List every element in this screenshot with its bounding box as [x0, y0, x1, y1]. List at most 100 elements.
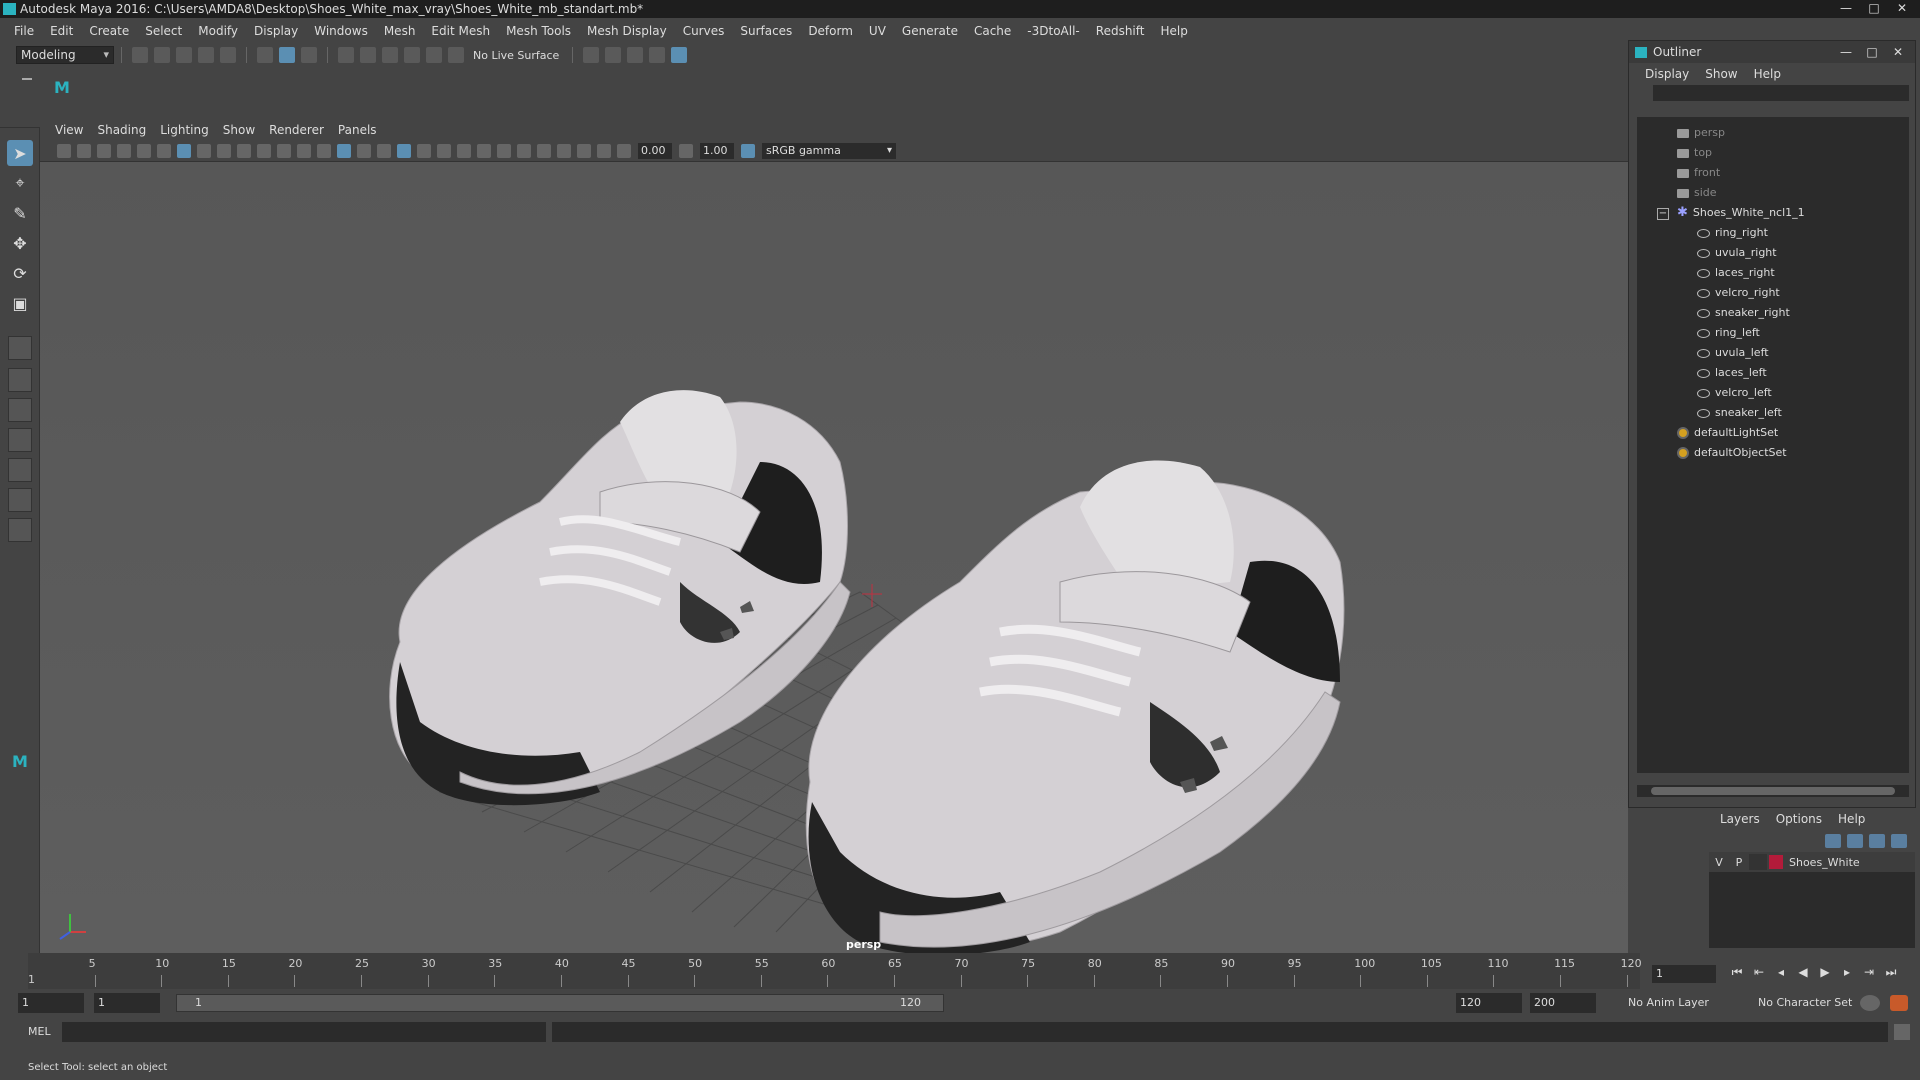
maximize-button[interactable]: □ [1860, 0, 1888, 16]
outliner-item-side[interactable]: side [1677, 183, 1717, 203]
render-frame-icon[interactable] [605, 47, 622, 63]
new-layer-icon[interactable] [1869, 834, 1885, 848]
xray-active-icon[interactable] [577, 143, 591, 158]
select-tool-icon[interactable]: ➤ [7, 140, 33, 166]
outliner-item-group[interactable]: − ✱ Shoes_White_ncl1_1 [1657, 203, 1805, 223]
menu-surfaces[interactable]: Surfaces [732, 24, 800, 38]
redo-icon[interactable] [220, 47, 236, 63]
menu-mesh[interactable]: Mesh [376, 24, 424, 38]
layer-color-swatch[interactable] [1769, 855, 1783, 869]
outliner-minimize-button[interactable]: — [1833, 41, 1859, 63]
isolate-select-icon[interactable] [537, 143, 551, 158]
go-to-end-icon[interactable]: ⏭ [1880, 965, 1902, 980]
single-perspective-layout-icon[interactable] [8, 336, 32, 360]
outliner-horizontal-scrollbar[interactable] [1637, 785, 1909, 797]
shelf-maya-icon[interactable]: M [54, 78, 74, 98]
gamma-field[interactable]: 1.00 [700, 142, 734, 159]
shadows-icon[interactable] [437, 143, 451, 158]
animation-preferences-icon[interactable] [1890, 995, 1908, 1011]
layer-name[interactable]: Shoes_White [1789, 856, 1860, 869]
film-gate-icon[interactable] [197, 143, 211, 158]
layer-row[interactable]: V P Shoes_White [1709, 852, 1915, 872]
move-tool-icon[interactable]: ✥ [7, 230, 33, 256]
go-to-start-icon[interactable]: ⏮ [1726, 965, 1748, 980]
depth-of-field-icon[interactable] [517, 143, 531, 158]
snap-view-plane-icon[interactable] [404, 47, 420, 63]
panel-menu-lighting[interactable]: Lighting [153, 123, 216, 137]
outliner-item-default-light-set[interactable]: defaultLightSet [1677, 423, 1778, 443]
outliner-item-front[interactable]: front [1677, 163, 1720, 183]
menu-select[interactable]: Select [137, 24, 190, 38]
outliner-item-laces-left[interactable]: laces_left [1697, 363, 1767, 383]
current-frame-field[interactable]: 1 [1652, 965, 1716, 983]
rotate-tool-icon[interactable]: ⟳ [7, 260, 33, 286]
menu-display[interactable]: Display [246, 24, 306, 38]
exposure-field[interactable]: 0.00 [638, 142, 672, 159]
animation-start-field[interactable]: 1 [18, 993, 84, 1013]
playback-range-bar[interactable]: 1 120 [176, 994, 944, 1012]
render-view-icon[interactable] [583, 47, 600, 63]
script-language-label[interactable]: MEL [28, 1025, 51, 1038]
menu-help[interactable]: Help [1152, 24, 1195, 38]
ipr-render-icon[interactable] [627, 47, 644, 63]
outliner-item-ring-right[interactable]: ring_right [1697, 223, 1768, 243]
menu-set-dropdown[interactable]: Modeling [16, 46, 114, 64]
menu-edit[interactable]: Edit [42, 24, 81, 38]
select-camera-icon[interactable] [57, 143, 71, 158]
safe-title-icon[interactable] [297, 143, 311, 158]
motion-blur-icon[interactable] [477, 143, 491, 158]
anim-layer-dropdown[interactable]: No Anim Layer [1628, 993, 1709, 1013]
exposure-icon[interactable] [617, 143, 631, 158]
play-backwards-icon[interactable]: ◀ [1792, 965, 1814, 980]
perspective-viewport[interactable]: View Shading Lighting Show Renderer Pane… [40, 120, 1628, 953]
select-object-icon[interactable] [279, 47, 295, 63]
screen-space-ao-icon[interactable] [457, 143, 471, 158]
snap-point-icon[interactable] [382, 47, 398, 63]
menu-windows[interactable]: Windows [306, 24, 376, 38]
outliner-item-laces-right[interactable]: laces_right [1697, 263, 1775, 283]
menu-modify[interactable]: Modify [190, 24, 246, 38]
four-view-layout-icon[interactable] [8, 368, 32, 392]
layer-display-type-toggle[interactable] [1749, 854, 1767, 870]
layer-menu-options[interactable]: Options [1768, 812, 1830, 826]
outliner-search-field[interactable] [1653, 85, 1909, 101]
time-slider-ruler[interactable]: 1 5 10 15 20 25 30 35 40 45 50 55 60 65 70 75 80 85 90 95 1… [28, 953, 1642, 989]
outliner-maximize-button[interactable]: □ [1859, 41, 1885, 63]
step-back-frame-icon[interactable]: ◂ [1770, 965, 1792, 980]
multisample-aa-icon[interactable] [497, 143, 511, 158]
minimize-button[interactable]: — [1832, 0, 1860, 16]
select-component-icon[interactable] [301, 47, 317, 63]
outliner-item-velcro-left[interactable]: velcro_left [1697, 383, 1772, 403]
character-set-dropdown[interactable]: No Character Set [1758, 993, 1852, 1013]
outliner-close-button[interactable]: ✕ [1885, 41, 1911, 63]
paint-select-tool-icon[interactable]: ✎ [7, 200, 33, 226]
outliner-item-uvula-left[interactable]: uvula_left [1697, 343, 1769, 363]
wireframe-on-shaded-icon[interactable] [377, 143, 391, 158]
layer-visibility-toggle[interactable]: V [1709, 856, 1729, 869]
outliner-item-sneaker-right[interactable]: sneaker_right [1697, 303, 1790, 323]
panel-menu-view[interactable]: View [48, 123, 90, 137]
menu-mesh-display[interactable]: Mesh Display [579, 24, 675, 38]
grid-icon[interactable] [177, 143, 191, 158]
snap-curve-icon[interactable] [360, 47, 376, 63]
playback-start-field[interactable]: 1 [94, 993, 160, 1013]
resolution-gate-icon[interactable] [217, 143, 231, 158]
snap-surface-icon[interactable] [426, 47, 442, 63]
outliner-item-velcro-right[interactable]: velcro_right [1697, 283, 1780, 303]
snap-grid-icon[interactable] [338, 47, 354, 63]
layer-playback-toggle[interactable]: P [1729, 856, 1749, 869]
menu-cache[interactable]: Cache [966, 24, 1019, 38]
persp-outliner-layout-icon[interactable] [8, 398, 32, 422]
gamma-icon[interactable] [679, 143, 693, 158]
command-input[interactable] [62, 1022, 546, 1042]
menu-generate[interactable]: Generate [894, 24, 966, 38]
scale-tool-icon[interactable]: ▣ [7, 290, 33, 316]
panel-menu-show[interactable]: Show [216, 123, 262, 137]
panel-menu-panels[interactable]: Panels [331, 123, 384, 137]
save-scene-icon[interactable] [176, 47, 192, 63]
outliner-menu-help[interactable]: Help [1746, 67, 1789, 81]
smooth-shade-icon[interactable] [337, 143, 351, 158]
menu-3dtoall[interactable]: -3DtoAll- [1019, 24, 1087, 38]
field-chart-icon[interactable] [257, 143, 271, 158]
hypershade-layout-icon[interactable] [8, 458, 32, 482]
